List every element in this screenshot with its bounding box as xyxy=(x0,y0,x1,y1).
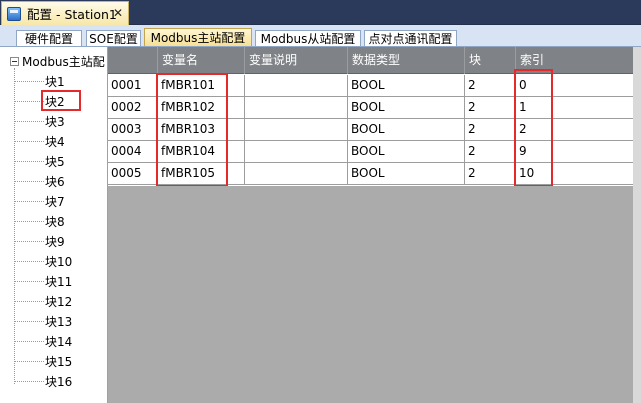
tree-item-block-7[interactable]: 块7 xyxy=(14,193,104,209)
cell-variable-desc[interactable] xyxy=(245,163,348,184)
tree-item-block-11[interactable]: 块11 xyxy=(14,273,104,289)
tree-item-block-1[interactable]: 块1 xyxy=(14,73,104,89)
tree-item-block-12[interactable]: 块12 xyxy=(14,293,104,309)
cell-data-type[interactable]: BOOL xyxy=(348,141,465,162)
block-tree: Modbus主站配 块1 块2 块3 块4 块5 块6 块7 块8 块9 块10… xyxy=(0,47,108,403)
column-header-variable-name[interactable]: 变量名 xyxy=(158,47,245,74)
tree-item-label: 块9 xyxy=(45,234,65,249)
tab-modbus-master-config[interactable]: Modbus主站配置 xyxy=(144,28,252,48)
cell-id: 0002 xyxy=(108,97,158,118)
config-tab-bar: 硬件配置 SOE配置 Modbus主站配置 Modbus从站配置 点对点通讯配置 xyxy=(0,25,641,48)
column-header-data-type[interactable]: 数据类型 xyxy=(348,47,465,74)
close-icon[interactable]: ✕ xyxy=(113,6,123,20)
tab-p2p-comm-config[interactable]: 点对点通讯配置 xyxy=(364,30,457,47)
cell-id: 0005 xyxy=(108,163,158,184)
tree-item-block-9[interactable]: 块9 xyxy=(14,233,104,249)
cell-block[interactable]: 2 xyxy=(465,119,516,140)
cell-id: 0004 xyxy=(108,141,158,162)
cell-block[interactable]: 2 xyxy=(465,97,516,118)
tree-item-block-13[interactable]: 块13 xyxy=(14,313,104,329)
column-header-variable-desc[interactable]: 变量说明 xyxy=(245,47,348,74)
tree-item-label: 块11 xyxy=(45,274,73,289)
tree-item-block-14[interactable]: 块14 xyxy=(14,333,104,349)
annotation-highlight-variable-names xyxy=(156,73,228,187)
cell-variable-desc[interactable] xyxy=(245,97,348,118)
document-tab-station1[interactable]: 配置 - Station1 ✕ xyxy=(1,1,129,25)
document-tab-strip: 配置 - Station1 ✕ xyxy=(0,0,641,25)
tree-item-label: 块13 xyxy=(45,314,73,329)
cell-variable-desc[interactable] xyxy=(245,119,348,140)
cell-variable-desc[interactable] xyxy=(245,75,348,96)
tree-item-block-8[interactable]: 块8 xyxy=(14,213,104,229)
tree-item-label: 块8 xyxy=(45,214,65,229)
app-window-icon xyxy=(7,6,21,21)
tree-item-label: 块3 xyxy=(45,114,65,129)
tree-item-label: 块14 xyxy=(45,334,73,349)
cell-variable-desc[interactable] xyxy=(245,141,348,162)
cell-id: 0003 xyxy=(108,119,158,140)
cell-id: 0001 xyxy=(108,75,158,96)
tab-hardware-config[interactable]: 硬件配置 xyxy=(16,30,82,47)
grid-header: 变量名 变量说明 数据类型 块 索引 xyxy=(108,47,633,74)
tree-item-block-5[interactable]: 块5 xyxy=(14,153,104,169)
tree-item-label: 块15 xyxy=(45,354,73,369)
tree-item-block-4[interactable]: 块4 xyxy=(14,133,104,149)
tree-item-block-16[interactable]: 块16 xyxy=(14,373,104,389)
column-header-block[interactable]: 块 xyxy=(465,47,516,74)
tab-soe-config[interactable]: SOE配置 xyxy=(86,30,141,47)
tree-item-block-15[interactable]: 块15 xyxy=(14,353,104,369)
tree-item-label: 块6 xyxy=(45,174,65,189)
cell-data-type[interactable]: BOOL xyxy=(348,97,465,118)
tree-item-label: 块4 xyxy=(45,134,65,149)
tree-item-label: 块7 xyxy=(45,194,65,209)
cell-block[interactable]: 2 xyxy=(465,141,516,162)
tree-item-label: 块5 xyxy=(45,154,65,169)
config-pane: Modbus主站配 块1 块2 块3 块4 块5 块6 块7 块8 块9 块10… xyxy=(0,46,641,403)
cell-data-type[interactable]: BOOL xyxy=(348,75,465,96)
tree-item-block-10[interactable]: 块10 xyxy=(14,253,104,269)
annotation-highlight-index-column xyxy=(514,69,553,187)
variable-grid: 变量名 变量说明 数据类型 块 索引 0001 fMBR101 BOOL 2 0… xyxy=(108,47,633,187)
cell-data-type[interactable]: BOOL xyxy=(348,163,465,184)
annotation-highlight-block2 xyxy=(41,90,81,111)
collapse-icon[interactable] xyxy=(10,56,19,66)
tree-item-block-3[interactable]: 块3 xyxy=(14,113,104,129)
cell-block[interactable]: 2 xyxy=(465,75,516,96)
tree-item-label: 块1 xyxy=(45,74,65,89)
tree-root-label: Modbus主站配 xyxy=(22,54,105,69)
tree-item-label: 块10 xyxy=(45,254,73,269)
grid-empty-area xyxy=(108,186,633,403)
tree-item-block-6[interactable]: 块6 xyxy=(14,173,104,189)
right-edge-gutter xyxy=(633,47,641,403)
tree-item-label: 块12 xyxy=(45,294,73,309)
tab-modbus-slave-config[interactable]: Modbus从站配置 xyxy=(255,30,361,47)
column-header-id[interactable] xyxy=(108,47,158,74)
cell-block[interactable]: 2 xyxy=(465,163,516,184)
tree-root-modbus-master[interactable]: Modbus主站配 xyxy=(10,53,105,69)
tree-item-label: 块16 xyxy=(45,374,73,389)
cell-data-type[interactable]: BOOL xyxy=(348,119,465,140)
document-tab-title: 配置 - Station1 xyxy=(27,7,117,22)
